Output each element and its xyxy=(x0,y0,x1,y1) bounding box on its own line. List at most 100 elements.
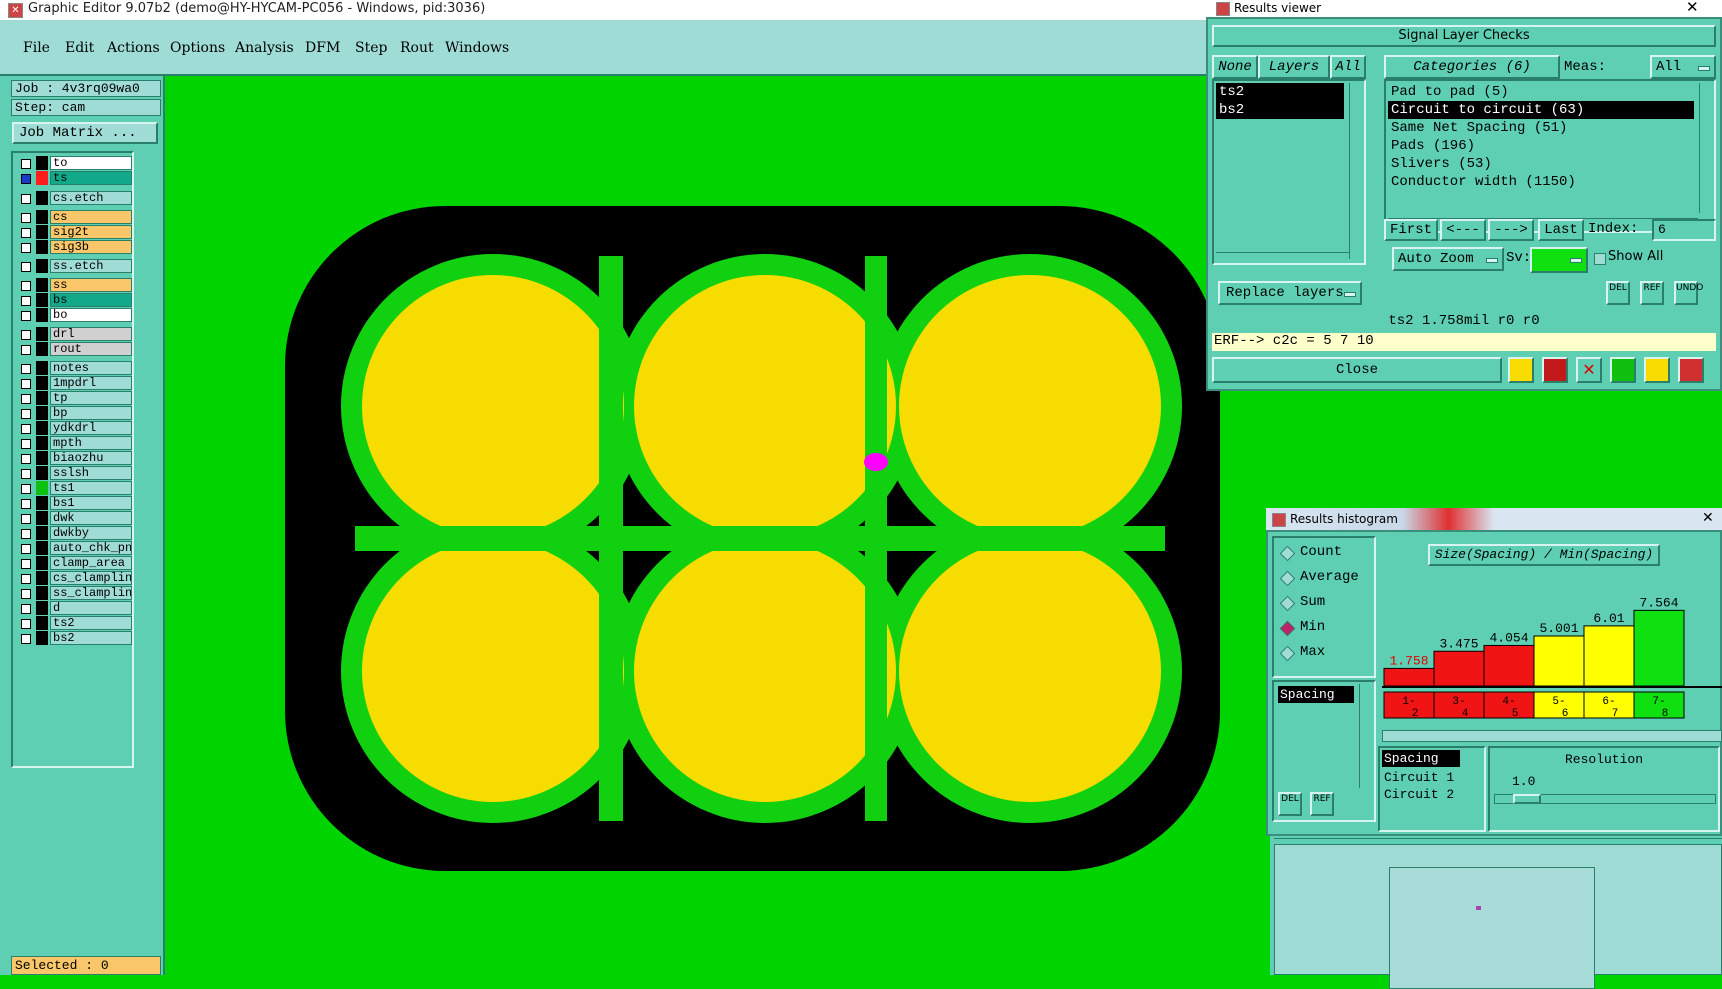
layer-color-swatch[interactable] xyxy=(36,526,48,540)
layer-color-swatch[interactable] xyxy=(36,421,48,435)
vertical-scrollbar[interactable] xyxy=(1349,83,1362,259)
layer-name[interactable]: cs.etch xyxy=(50,191,132,205)
layer-row-ts2[interactable]: ts2 xyxy=(17,616,143,631)
pad[interactable] xyxy=(899,540,1161,802)
sv-color-picker[interactable] xyxy=(1530,247,1588,273)
layer-name[interactable]: biaozhu xyxy=(50,451,132,465)
layer-name[interactable]: ts2 xyxy=(50,616,132,630)
layer-row-d[interactable]: d xyxy=(17,601,143,616)
layer-checkbox[interactable] xyxy=(21,559,31,569)
quantity-list[interactable]: Spacing DEL REF xyxy=(1272,680,1376,822)
layer-row-ydkdrl[interactable]: ydkdrl xyxy=(17,421,143,436)
none-button[interactable]: None xyxy=(1212,55,1258,79)
menu-file[interactable]: File xyxy=(23,40,50,56)
layer-row-bs2[interactable]: bs2 xyxy=(17,631,143,646)
list-item[interactable]: Pad to pad (5) xyxy=(1388,83,1694,101)
mode-option-sum[interactable]: Sum xyxy=(1279,594,1370,614)
layer-checkbox[interactable] xyxy=(21,243,31,253)
radio-icon[interactable] xyxy=(1279,545,1296,562)
overview-map[interactable] xyxy=(1274,844,1722,989)
list-item[interactable]: Pads (196) xyxy=(1388,137,1694,155)
layer-checkbox[interactable] xyxy=(21,589,31,599)
previous-button[interactable]: <--- xyxy=(1440,219,1486,241)
layer-row-ss[interactable]: ss xyxy=(17,278,143,293)
last-button[interactable]: Last xyxy=(1538,219,1584,241)
list-item[interactable]: ts2 xyxy=(1216,83,1344,101)
pad[interactable] xyxy=(634,275,896,537)
layer-checkbox[interactable] xyxy=(21,330,31,340)
close-icon[interactable]: ✕ xyxy=(1702,510,1714,526)
layer-checkbox[interactable] xyxy=(21,311,31,321)
histogram-icon[interactable] xyxy=(1678,357,1704,383)
layer-color-swatch[interactable] xyxy=(36,259,48,273)
list-item[interactable]: Spacing xyxy=(1278,686,1354,703)
ruler-icon[interactable] xyxy=(1508,357,1534,383)
layer-color-swatch[interactable] xyxy=(36,278,48,292)
layer-color-swatch[interactable] xyxy=(36,496,48,510)
menu-windows[interactable]: Windows xyxy=(445,40,509,56)
layer-color-swatch[interactable] xyxy=(36,571,48,585)
layer-row-auto-chk-pnl[interactable]: auto_chk_pnl xyxy=(17,541,143,556)
layer-checkbox[interactable] xyxy=(21,379,31,389)
layer-row-sslsh[interactable]: sslsh xyxy=(17,466,143,481)
layer-name[interactable]: bs2 xyxy=(50,631,132,645)
menu-dfm[interactable]: DFM xyxy=(305,40,340,56)
layer-name[interactable]: sig3b xyxy=(50,240,132,254)
list-item[interactable]: Same Net Spacing (51) xyxy=(1388,119,1694,137)
save-icon[interactable] xyxy=(1542,357,1568,383)
list-item[interactable]: Slivers (53) xyxy=(1388,155,1694,173)
list-item[interactable]: Conductor width (1150) xyxy=(1388,173,1694,191)
layer-row-ts[interactable]: ts xyxy=(17,171,143,186)
layer-checkbox[interactable] xyxy=(21,424,31,434)
layer-name[interactable]: cs xyxy=(50,210,132,224)
layer-checkbox[interactable] xyxy=(21,228,31,238)
layers-button[interactable]: Layers xyxy=(1258,55,1330,79)
layer-checkbox[interactable] xyxy=(21,281,31,291)
layer-row-ss-etch[interactable]: ss.etch xyxy=(17,259,143,274)
layer-row-bo[interactable]: bo xyxy=(17,308,143,323)
export-icon[interactable] xyxy=(1610,357,1636,383)
layer-name[interactable]: tp xyxy=(50,391,132,405)
layer-row-1mpdrl[interactable]: 1mpdrl xyxy=(17,376,143,391)
layer-color-swatch[interactable] xyxy=(36,156,48,170)
resolution-slider[interactable] xyxy=(1494,794,1716,804)
pad[interactable] xyxy=(362,275,624,537)
layer-name[interactable]: d xyxy=(50,601,132,615)
layer-color-swatch[interactable] xyxy=(36,586,48,600)
layer-name[interactable]: ss_clampline xyxy=(50,586,132,600)
menu-options[interactable]: Options xyxy=(170,40,225,56)
close-button[interactable]: Close xyxy=(1212,357,1502,383)
layer-color-swatch[interactable] xyxy=(36,631,48,645)
layer-name[interactable]: dwkby xyxy=(50,526,132,540)
layer-color-swatch[interactable] xyxy=(36,616,48,630)
layer-color-swatch[interactable] xyxy=(36,342,48,356)
layer-name[interactable]: cs_clampline xyxy=(50,571,132,585)
layer-name[interactable]: sig2t xyxy=(50,225,132,239)
layer-name[interactable]: sslsh xyxy=(50,466,132,480)
menu-edit[interactable]: Edit xyxy=(65,40,94,56)
histogram-bar[interactable] xyxy=(1383,667,1435,687)
refresh-icon[interactable]: REF xyxy=(1640,281,1664,305)
layer-checkbox[interactable] xyxy=(21,484,31,494)
graphic-canvas[interactable] xyxy=(165,76,1263,975)
layer-checkbox[interactable] xyxy=(21,194,31,204)
layer-checkbox[interactable] xyxy=(21,394,31,404)
layer-name[interactable]: drl xyxy=(50,327,132,341)
meas-dropdown[interactable]: All xyxy=(1650,55,1716,79)
layer-row-bp[interactable]: bp xyxy=(17,406,143,421)
layer-checkbox[interactable] xyxy=(21,159,31,169)
layer-color-swatch[interactable] xyxy=(36,191,48,205)
delete-icon[interactable]: DEL xyxy=(1606,281,1630,305)
delete-icon[interactable]: DEL xyxy=(1278,792,1302,816)
layer-checkbox[interactable] xyxy=(21,364,31,374)
layer-name[interactable]: rout xyxy=(50,342,132,356)
radio-icon[interactable] xyxy=(1279,595,1296,612)
horizontal-scrollbar[interactable] xyxy=(1216,252,1350,263)
layer-row-ts1[interactable]: ts1 xyxy=(17,481,143,496)
layer-color-swatch[interactable] xyxy=(36,556,48,570)
layer-color-swatch[interactable] xyxy=(36,601,48,615)
layer-row-dwk[interactable]: dwk xyxy=(17,511,143,526)
layer-checkbox[interactable] xyxy=(21,174,31,184)
layer-checkbox[interactable] xyxy=(21,574,31,584)
layer-name[interactable]: to xyxy=(50,156,132,170)
